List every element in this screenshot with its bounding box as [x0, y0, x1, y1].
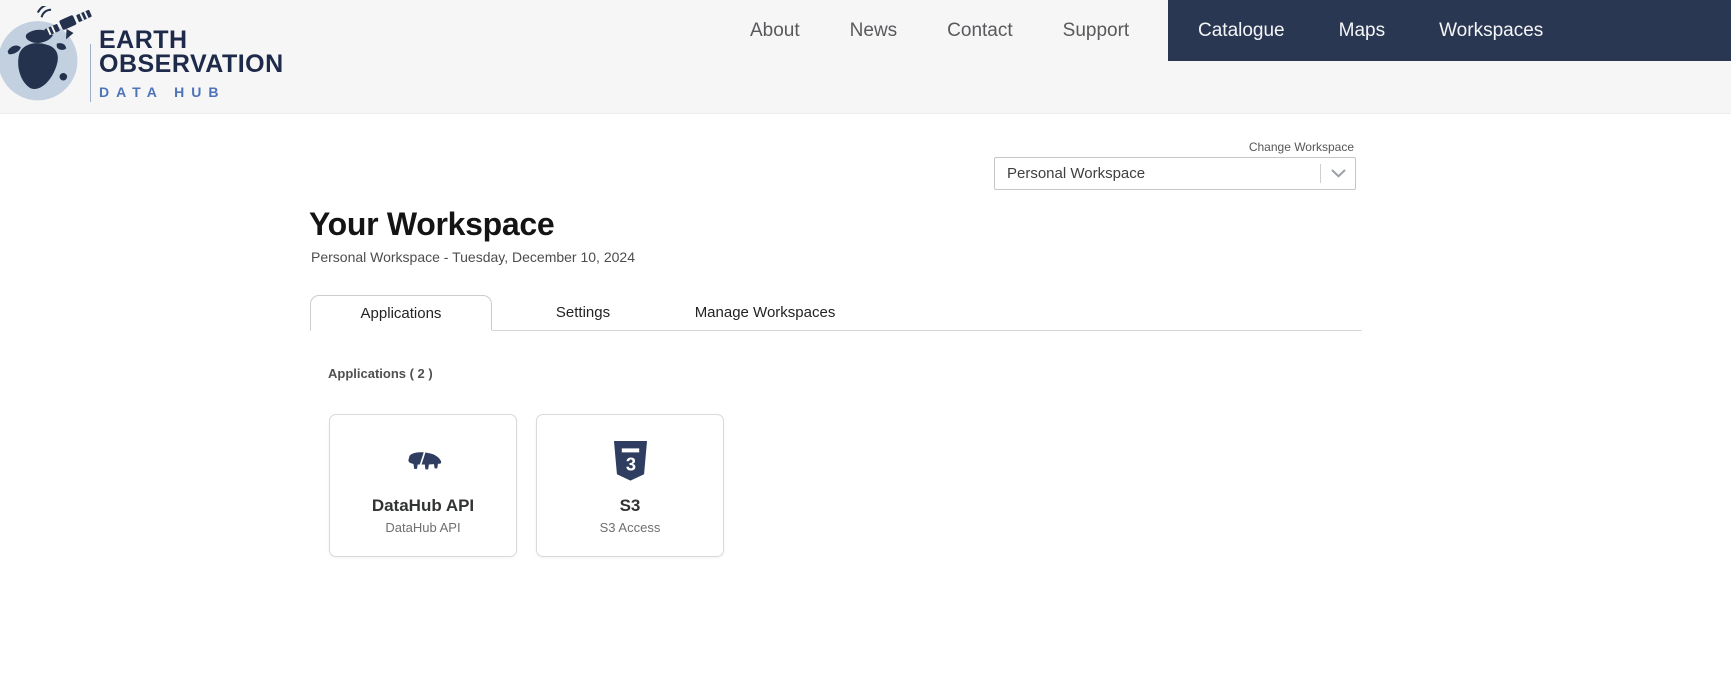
logo-text: EARTH OBSERVATION DATA HUB	[99, 25, 284, 100]
page: EARTH OBSERVATION DATA HUB About News Co…	[0, 0, 1731, 678]
tapir-icon	[402, 439, 444, 483]
nav-item-support[interactable]: Support	[1063, 20, 1130, 42]
earth-globe-satellite-icon	[0, 6, 92, 101]
nav-item-workspaces[interactable]: Workspaces	[1439, 20, 1543, 42]
header: EARTH OBSERVATION DATA HUB About News Co…	[0, 0, 1731, 114]
nav-item-contact[interactable]: Contact	[947, 20, 1012, 42]
logo-divider	[90, 44, 91, 102]
tab-applications[interactable]: Applications	[310, 295, 492, 331]
svg-text:3: 3	[625, 454, 635, 475]
nav-item-catalogue[interactable]: Catalogue	[1198, 20, 1285, 42]
workspace-tabs: Applications Settings Manage Workspaces	[310, 295, 1362, 331]
card-datahub-api[interactable]: DataHub API DataHub API	[329, 414, 517, 557]
chevron-down-icon	[1321, 169, 1355, 178]
workspace-select-value: Personal Workspace	[1007, 165, 1146, 182]
change-workspace-label: Change Workspace	[1248, 140, 1354, 154]
card-subtitle: S3 Access	[599, 520, 661, 535]
nav-item-about[interactable]: About	[750, 20, 800, 42]
workspace-select[interactable]: Personal Workspace	[994, 157, 1356, 190]
page-subtitle: Personal Workspace - Tuesday, December 1…	[311, 249, 635, 265]
tab-settings[interactable]: Settings	[492, 295, 674, 330]
page-title: Your Workspace	[309, 206, 555, 242]
applications-count-label: Applications ( 2 )	[328, 366, 433, 381]
main-nav-light: About News Contact Support	[750, 0, 1129, 61]
brand-line-datahub: DATA HUB	[99, 83, 226, 100]
card-subtitle: DataHub API	[385, 520, 461, 535]
site-logo[interactable]: EARTH OBSERVATION DATA HUB	[0, 6, 284, 106]
nav-item-maps[interactable]: Maps	[1339, 20, 1385, 42]
main-nav-dark: Catalogue Maps Workspaces	[1168, 0, 1731, 61]
brand-line-earth: EARTH	[99, 25, 188, 54]
s3-shield-icon: 3	[613, 439, 648, 483]
card-s3[interactable]: 3 S3 S3 Access	[536, 414, 724, 557]
application-cards: DataHub API DataHub API 3 S3 S3 Access	[329, 414, 724, 557]
card-title: DataHub API	[371, 496, 475, 515]
card-title: S3	[619, 496, 641, 515]
brand-line-observation: OBSERVATION	[99, 49, 284, 78]
nav-item-news[interactable]: News	[850, 20, 898, 42]
tab-manage-workspaces[interactable]: Manage Workspaces	[674, 295, 856, 330]
